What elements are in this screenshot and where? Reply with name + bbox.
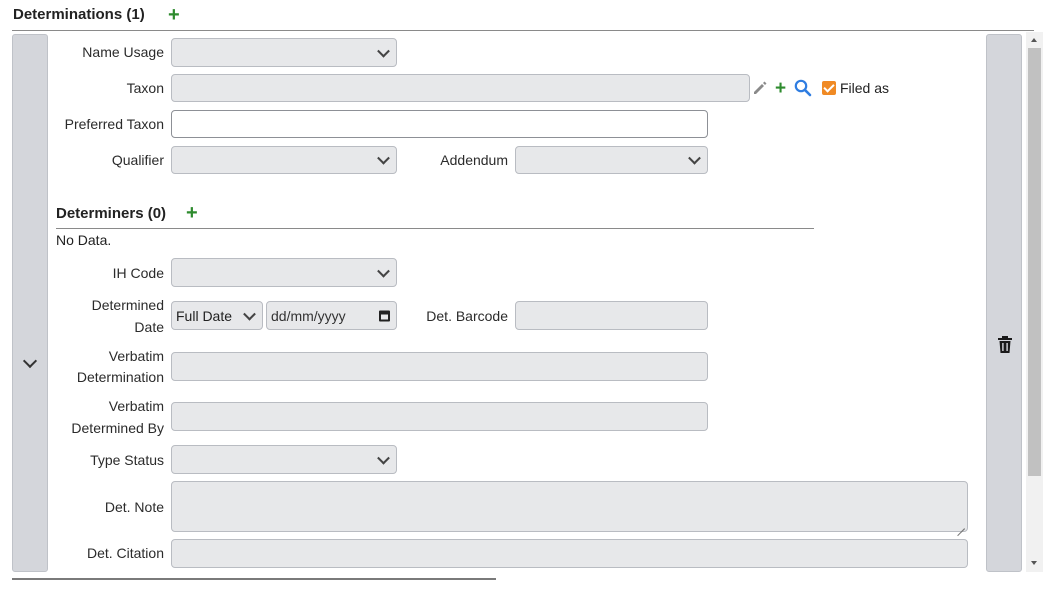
determiners-divider [56,228,814,229]
verbatim-determination-label-line2: Determination [76,369,164,385]
chevron-down-icon [377,264,390,278]
collapse-bar[interactable] [12,34,48,572]
determinations-title: Determinations (1) [13,6,145,23]
scroll-up-arrow-icon[interactable] [1031,38,1037,42]
chevron-down-icon [22,353,38,369]
name-usage-select[interactable] [171,38,397,67]
det-barcode-input[interactable] [515,301,708,330]
name-usage-label: Name Usage [82,44,164,60]
trash-icon [998,336,1012,353]
chevron-down-icon [377,151,390,165]
search-icon[interactable] [794,79,812,97]
vertical-scrollbar[interactable] [1026,32,1043,572]
filed-as-checkbox[interactable] [822,81,836,95]
type-status-select[interactable] [171,445,397,474]
bottom-divider [12,578,496,580]
no-data-text: No Data. [56,232,112,248]
determined-date-label-line2: Date [134,319,164,335]
det-barcode-label: Det. Barcode [426,308,508,324]
det-note-textarea[interactable] [171,481,968,532]
resize-handle-icon[interactable] [957,521,965,529]
preferred-taxon-label: Preferred Taxon [64,116,164,132]
verbatim-determined-by-label-line1: Verbatim [108,398,164,414]
addendum-label: Addendum [440,152,508,168]
date-placeholder: dd/mm/yyyy [271,307,346,324]
date-precision-value: Full Date [176,307,233,324]
scroll-down-arrow-icon[interactable] [1031,561,1037,565]
verbatim-determination-label-line1: Verbatim [108,348,164,364]
determiners-title: Determiners (0) [56,205,167,222]
qualifier-select[interactable] [171,146,397,174]
det-citation-input[interactable] [171,539,968,568]
det-citation-label: Det. Citation [86,545,164,561]
ih-code-label: IH Code [112,265,164,281]
filed-as-label: Filed as [840,80,890,96]
verbatim-determined-by-label-line2: Determined By [71,420,164,436]
delete-bar[interactable] [986,34,1022,572]
add-determiner-icon[interactable]: + [186,203,198,223]
type-status-label: Type Status [90,452,164,468]
qualifier-label: Qualifier [111,152,164,168]
det-note-label: Det. Note [104,499,164,515]
addendum-select[interactable] [515,146,708,174]
pencil-icon[interactable] [752,80,768,96]
chevron-down-icon [243,307,256,321]
taxon-input[interactable] [171,74,750,102]
scrollbar-thumb[interactable] [1028,48,1041,476]
ih-code-select[interactable] [171,258,397,287]
chevron-down-icon [688,151,701,165]
chevron-down-icon [377,451,390,465]
determined-date-label-line1: Determined [91,297,164,313]
preferred-taxon-input[interactable] [171,110,708,138]
add-taxon-icon[interactable]: + [775,79,786,98]
header-divider [12,30,1034,31]
calendar-icon[interactable] [379,310,390,321]
taxon-label: Taxon [126,80,164,96]
date-precision-select[interactable]: Full Date [171,301,263,330]
determined-date-input[interactable]: dd/mm/yyyy [266,301,397,330]
verbatim-determined-by-input[interactable] [171,402,708,431]
add-determination-icon[interactable]: + [168,5,180,25]
verbatim-determination-input[interactable] [171,352,708,381]
chevron-down-icon [377,44,390,58]
